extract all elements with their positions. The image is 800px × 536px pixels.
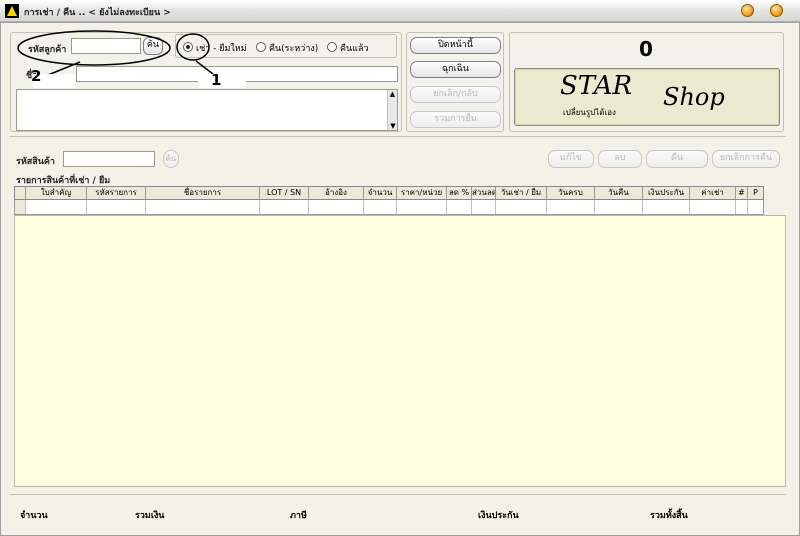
column-header[interactable]: วันเช่า / ยืม [496,187,547,199]
merge-button[interactable]: รวมการยืม [410,111,501,128]
column-header[interactable]: เงินประกัน [643,187,690,199]
item-return-button[interactable]: คืน [646,150,708,168]
title-bar: การเช่า / คืน .. < ยังไม่ลงทะเบียน > [0,0,800,22]
scroll-down-icon[interactable]: ▼ [388,122,398,130]
address-scrollbar[interactable]: ▲ ▼ [387,90,397,130]
grid-header: ใบสำคัญ รหัสรายการ ชื่อรายการ LOT / SN อ… [14,186,764,200]
mode-radio-returning[interactable]: คืน(ระหว่าง) [256,41,322,54]
cancel-return-button[interactable]: ยกเลิก/กลับ [410,86,501,103]
customer-name-input[interactable] [76,66,398,82]
radio-icon [256,42,266,52]
counter-value: 0 [639,37,653,61]
footer-tax-label: ภาษี [290,511,307,521]
item-code-label: รหัสสินค้า [16,157,55,167]
close-button[interactable] [770,4,783,17]
minimize-button[interactable] [741,4,754,17]
mode-radio-label: คืน(ระหว่าง) [269,44,319,54]
column-header[interactable]: LOT / SN [260,187,309,199]
mode-radio-returned[interactable]: คืนแล้ว [327,41,387,54]
app-icon [5,4,19,18]
grid-body[interactable] [14,215,786,487]
column-header[interactable]: จำนวน [364,187,397,199]
grid-caption: รายการสินค้าที่เช่า / ยืม [16,176,111,186]
annotation-label-1: 1 [211,71,222,89]
grid-indicator-column [15,187,26,199]
column-header[interactable]: อ้างอิง [309,187,364,199]
column-header[interactable]: ชื่อรายการ [146,187,260,199]
mode-radio-label: คืนแล้ว [340,44,369,54]
item-delete-button[interactable]: ลบ [598,150,642,168]
item-cancel-return-button[interactable]: ยกเลิกการคืน [712,150,780,168]
logo-line2: Shop [663,83,725,111]
column-header[interactable]: วันครบ [547,187,595,199]
column-header[interactable]: รหัสรายการ [87,187,146,199]
annotation-ellipse-1 [176,33,210,61]
table-row[interactable] [14,200,764,215]
shop-logo: STAR Shop เปลี่ยนรูปได้เอง [514,68,780,126]
emergency-button[interactable]: ฉุกเฉิน [410,61,501,78]
column-header[interactable]: ลด % [447,187,472,199]
annotation-ellipse-2 [17,30,171,66]
column-header[interactable]: P [748,187,763,199]
radio-icon [327,42,337,52]
customer-address-input[interactable]: ▲ ▼ [16,89,398,131]
footer-divider [10,494,786,495]
column-header[interactable]: ใบสำคัญ [26,187,87,199]
item-find-button[interactable]: ค้น [163,150,179,168]
column-header[interactable]: วันคืน [595,187,643,199]
column-header[interactable]: # [736,187,748,199]
column-header[interactable]: ราคา/หน่วย [397,187,447,199]
footer-sum-label: รวมเงิน [135,511,165,521]
column-header[interactable]: ค่าเช่า [690,187,736,199]
column-header[interactable]: ส่วนลด [472,187,496,199]
annotation-label-2: 2 [31,67,42,85]
footer-deposit-label: เงินประกัน [478,511,519,521]
item-edit-button[interactable]: แก้ไข [548,150,594,168]
footer-qty-label: จำนวน [20,511,48,521]
close-bill-button[interactable]: ปิดหน้านี้ [410,37,501,54]
footer-grand-total-label: รวมทั้งสิ้น [650,511,688,521]
window-title: การเช่า / คืน .. < ยังไม่ลงทะเบียน > [24,8,171,18]
divider [10,136,786,137]
scroll-up-icon[interactable]: ▲ [388,90,397,98]
logo-line1: STAR [560,71,633,101]
logo-tagline: เปลี่ยนรูปได้เอง [563,108,616,117]
item-code-input[interactable] [63,151,155,167]
